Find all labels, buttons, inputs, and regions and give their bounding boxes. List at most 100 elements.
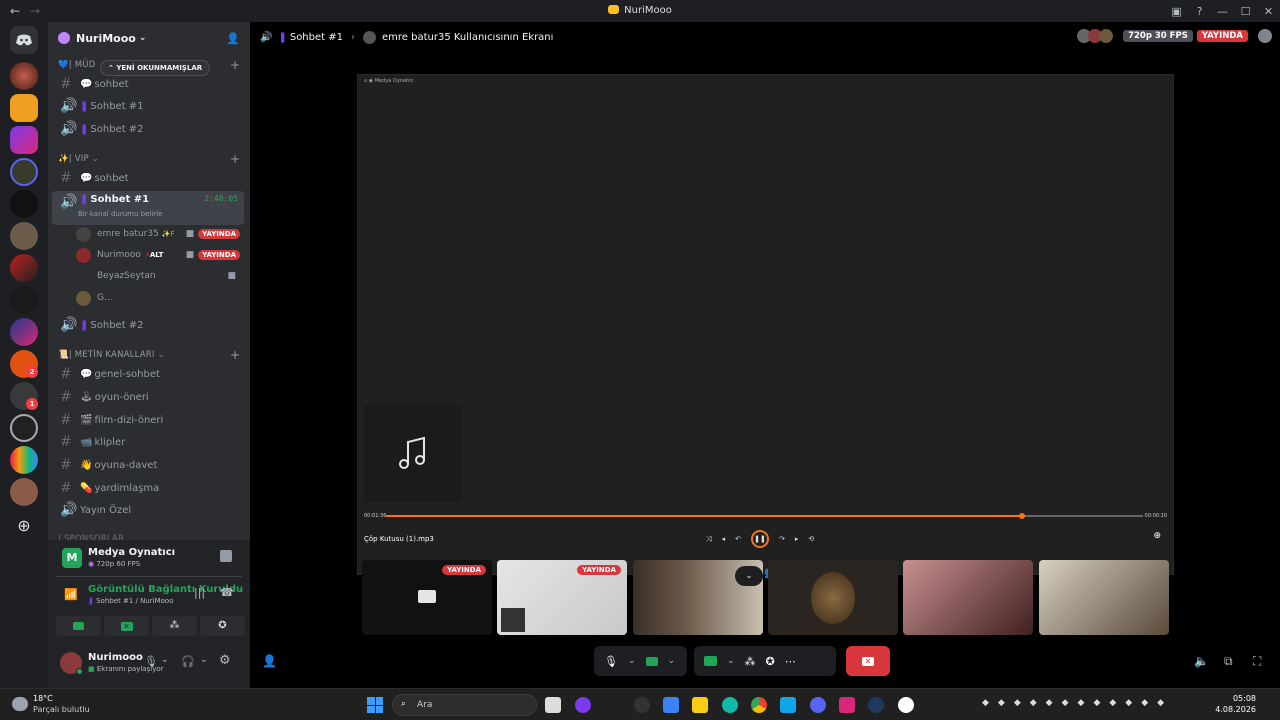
channel-text[interactable]: # 🎬 film-dizi-öneri: [52, 410, 244, 430]
activity-side-icon[interactable]: 👤: [262, 654, 277, 668]
server-icon[interactable]: [10, 254, 38, 282]
activities-icon[interactable]: ⁂: [745, 655, 756, 668]
media-icon[interactable]: [898, 697, 914, 713]
chevron-down-icon[interactable]: ⌄: [668, 656, 676, 666]
voice-user[interactable]: BeyazSeytan ■: [76, 266, 240, 286]
server-icon[interactable]: [10, 414, 38, 442]
settings-gear-icon[interactable]: ⚙: [219, 653, 231, 668]
discord-home-icon[interactable]: [10, 26, 38, 54]
screen-share-button[interactable]: ✕: [104, 616, 149, 636]
voice-user[interactable]: Nurimooo ⚡ALT ■ YAYINDA: [76, 245, 240, 265]
channel-voice-active[interactable]: 🔊 ❚ Sohbet #1 2:48:05 Bir kanal durumu bel…: [52, 191, 244, 225]
start-icon[interactable]: [367, 697, 383, 713]
pause-button[interactable]: ❚❚: [751, 530, 769, 548]
server-icon[interactable]: [10, 126, 38, 154]
channel-voice[interactable]: 🔊 ❚ Sohbet #1: [52, 96, 244, 116]
back-arrow-icon[interactable]: ←: [10, 4, 20, 18]
noise-suppression-icon[interactable]: |||: [194, 586, 205, 599]
add-channel-icon[interactable]: +: [230, 348, 240, 362]
mic-icon[interactable]: 🎙: [144, 655, 158, 668]
shuffle-icon[interactable]: ⤨: [706, 535, 712, 544]
store-icon[interactable]: [663, 697, 679, 713]
soundboard-button[interactable]: ✪: [200, 616, 245, 636]
channel-voice[interactable]: 🔊 Yayın Özel: [52, 500, 244, 520]
chrome-icon[interactable]: [751, 697, 767, 713]
minimize-icon[interactable]: —: [1211, 5, 1234, 18]
seek-bar[interactable]: [386, 513, 1143, 519]
username[interactable]: Nurimooo: [88, 652, 143, 663]
server-icon[interactable]: [10, 158, 38, 186]
category-header[interactable]: 📜| METİN KANALLARI ⌄: [58, 350, 165, 360]
help-icon[interactable]: ?: [1188, 5, 1211, 18]
channel-text[interactable]: # 👋 oyuna-davet: [52, 455, 244, 475]
app-icon[interactable]: [575, 697, 591, 713]
participant-tile[interactable]: [768, 560, 898, 635]
channel-status[interactable]: Bir kanal durumu belirle: [78, 210, 162, 218]
stop-activity-icon[interactable]: [220, 550, 232, 562]
steam-icon[interactable]: [868, 697, 884, 713]
server-icon[interactable]: [10, 190, 38, 218]
popout-icon[interactable]: ⧉: [1224, 654, 1233, 669]
category-header[interactable]: ✨| VIP ⌄: [58, 154, 99, 164]
soundboard-icon[interactable]: ✪: [766, 655, 775, 668]
folder-icon[interactable]: [692, 697, 708, 713]
header-channel[interactable]: Sohbet #1: [290, 32, 343, 43]
chevron-down-icon[interactable]: ⌄: [161, 655, 169, 665]
channel-text[interactable]: # 💬 sohbet: [52, 168, 244, 188]
server-icon[interactable]: [10, 446, 38, 474]
screen-share-view[interactable]: ⌂ ◉ Medya Oynatıcı 00:01:36 00:00:10 Çöp…: [357, 74, 1174, 575]
channel-voice[interactable]: 🔊 ❚ Sohbet #2: [52, 119, 244, 139]
chat-icon[interactable]: [1258, 29, 1272, 43]
edge-icon[interactable]: [722, 697, 738, 713]
add-channel-icon[interactable]: +: [230, 58, 240, 72]
collapse-icon[interactable]: ⌄: [735, 566, 763, 586]
server-icon[interactable]: [10, 318, 38, 346]
headphones-icon[interactable]: 🎧: [181, 655, 195, 668]
category-header[interactable]: 💙| MÜD: [58, 60, 95, 70]
search-box[interactable]: ⌕ Ara: [392, 694, 537, 716]
tray-date[interactable]: 4.08.2026: [1215, 705, 1256, 714]
discord-icon[interactable]: [810, 697, 826, 713]
activity-row[interactable]: M Medya Oynatıcı ◉ 720p 60 FPS: [48, 540, 250, 574]
leave-call-button[interactable]: ✕: [846, 646, 890, 676]
participant-tile[interactable]: [903, 560, 1033, 635]
add-server-icon[interactable]: ⊕: [10, 512, 38, 540]
close-icon[interactable]: ✕: [1257, 5, 1280, 18]
voice-user[interactable]: emre batur35 ✨F ■ YAYINDA: [76, 224, 240, 244]
tray-clock[interactable]: 05:08: [1233, 694, 1256, 703]
channel-text[interactable]: # 🕹 oyun-öneri: [52, 387, 244, 407]
activities-button[interactable]: ⁂: [152, 616, 197, 636]
app-icon[interactable]: [839, 697, 855, 713]
taskview-icon[interactable]: [545, 697, 561, 713]
participant-tile[interactable]: YAYINDA: [497, 560, 627, 635]
chevron-down-icon[interactable]: ⌄: [200, 655, 208, 665]
channel-voice[interactable]: 🔊 ❚ Sohbet #2: [52, 315, 244, 335]
stop-share-icon[interactable]: [704, 656, 717, 666]
more-icon[interactable]: ⋯: [785, 655, 796, 668]
fullscreen-icon[interactable]: ⛶: [1253, 654, 1261, 669]
system-tray[interactable]: ◆◆◆◆◆◆◆◆◆◆◆◆: [982, 698, 1173, 708]
zoom-icon[interactable]: ⊕: [1153, 531, 1161, 541]
volume-icon[interactable]: 🔈: [1194, 654, 1209, 668]
server-header[interactable]: NuriMooo ⌄ 👤: [48, 22, 250, 54]
chevron-down-icon[interactable]: ⌄: [628, 656, 636, 666]
repeat-icon[interactable]: ⟲: [808, 535, 814, 543]
disconnect-icon[interactable]: ☎: [220, 586, 234, 599]
app-icon[interactable]: [634, 697, 650, 713]
forward-arrow-icon[interactable]: →: [30, 4, 40, 18]
camera-icon[interactable]: [645, 656, 658, 666]
server-icon[interactable]: [10, 62, 38, 90]
app-icon[interactable]: [780, 697, 796, 713]
participant-tile[interactable]: YAYINDA: [362, 560, 492, 635]
forward-icon[interactable]: ↷: [779, 535, 785, 543]
maximize-icon[interactable]: ☐: [1234, 5, 1257, 18]
channel-text[interactable]: # 💬 sohbet: [52, 74, 244, 94]
participant-tile[interactable]: [1039, 560, 1169, 635]
mic-icon[interactable]: 🎙: [604, 655, 618, 668]
add-channel-icon[interactable]: +: [230, 152, 240, 166]
channel-text[interactable]: # 💊 yardimlaşma: [52, 478, 244, 498]
weather-icon[interactable]: [12, 697, 28, 711]
rewind-icon[interactable]: ↶: [735, 535, 741, 543]
voice-user[interactable]: G...: [76, 288, 240, 308]
server-icon[interactable]: [10, 478, 38, 506]
